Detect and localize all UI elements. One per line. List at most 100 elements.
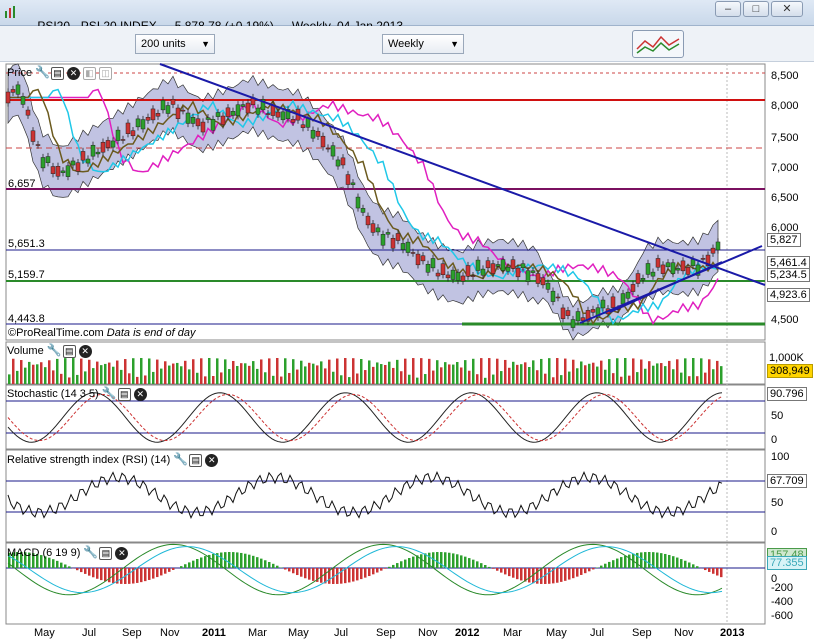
volume-bar: [436, 360, 439, 384]
candle-body: [645, 263, 651, 275]
volume-bar: [672, 369, 675, 384]
copy-icon[interactable]: ◧: [83, 66, 97, 80]
month-label: Mar: [248, 627, 267, 639]
wrench-icon[interactable]: 🔧: [83, 546, 98, 560]
volume-bar: [384, 364, 387, 384]
volume-bar: [316, 365, 319, 384]
candle-body: [345, 174, 351, 185]
macd-histogram-bar: [272, 563, 275, 568]
volume-bar: [228, 369, 231, 384]
candle-body: [375, 227, 381, 233]
macd-histogram-bar: [460, 555, 463, 568]
candle-body: [115, 129, 121, 141]
volume-bar: [552, 377, 555, 384]
candle-body: [550, 290, 556, 302]
macd-histogram-bar: [584, 568, 587, 574]
volume-bar: [292, 359, 295, 384]
macd-histogram-bar: [564, 568, 567, 581]
close-icon[interactable]: ✕: [115, 546, 129, 560]
macd-histogram-bar: [192, 560, 195, 568]
rsi-axis-label: 100: [771, 451, 790, 463]
window-icon[interactable]: ▤: [62, 344, 76, 358]
price-panel-title: Price: [7, 67, 33, 79]
volume-bar: [248, 365, 251, 384]
macd-histogram-bar: [136, 568, 139, 583]
window-icon[interactable]: ▤: [117, 387, 131, 401]
candle-body: [330, 145, 336, 157]
rsi-panel-header: Relative strength index (RSI) (14) 🔧 ▤ ✕: [7, 452, 219, 468]
candle-body: [165, 105, 171, 114]
macd-histogram-bar: [104, 568, 107, 582]
volume-bar: [688, 376, 691, 384]
volume-bar: [492, 374, 495, 384]
window-icon[interactable]: ▤: [51, 66, 65, 80]
close-icon[interactable]: ✕: [205, 453, 219, 467]
macd-histogram-bar: [84, 568, 87, 574]
candle-body: [320, 135, 326, 148]
close-icon[interactable]: ✕: [133, 387, 147, 401]
rsi-axis-label: 0: [771, 526, 778, 538]
candle-body: [205, 117, 211, 120]
macd-histogram-bar: [372, 568, 375, 575]
close-icon[interactable]: ✕: [67, 66, 81, 80]
candle-body: [185, 112, 191, 124]
macd-histogram-bar: [592, 568, 595, 570]
volume-bar: [460, 367, 463, 384]
macd-histogram-bar: [664, 553, 667, 568]
macd-histogram-bar: [304, 568, 307, 579]
close-icon[interactable]: ✕: [78, 344, 92, 358]
candle-body: [365, 215, 371, 226]
macd-signal-tag: 77.355: [767, 556, 807, 570]
volume-bar: [696, 376, 699, 384]
macd-histogram-bar: [340, 568, 343, 584]
hline-label: 6,657: [8, 178, 36, 190]
volume-bar: [564, 358, 567, 384]
macd-histogram-bar: [548, 568, 551, 584]
price-axis-label: 4,500: [771, 314, 799, 326]
volume-bar: [72, 358, 75, 384]
source-note: ©ProRealTime.com Data is end of day: [8, 327, 195, 339]
volume-bar: [444, 362, 447, 384]
volume-bar: [580, 361, 583, 384]
candle-body: [520, 263, 526, 269]
window-icon[interactable]: ▤: [99, 546, 113, 560]
wrench-icon[interactable]: 🔧: [102, 387, 117, 401]
candle-body: [650, 271, 656, 277]
volume-bar: [24, 367, 27, 384]
volume-bar: [400, 371, 403, 384]
wrench-icon[interactable]: 🔧: [173, 453, 188, 467]
volume-bar: [376, 362, 379, 384]
macd-histogram-bar: [156, 568, 159, 578]
volume-bar: [192, 359, 195, 384]
candle-body: [70, 160, 76, 166]
save-icon[interactable]: ◫: [99, 66, 113, 80]
candle-body: [15, 84, 21, 95]
volume-bar: [112, 366, 115, 384]
wrench-icon[interactable]: 🔧: [35, 66, 50, 80]
macd-histogram-bar: [320, 568, 323, 583]
macd-histogram-bar: [76, 568, 79, 571]
macd-histogram-bar: [180, 566, 183, 568]
volume-bar: [468, 370, 471, 384]
volume-bar: [180, 366, 183, 384]
candle-body: [90, 144, 96, 157]
price-panel: [5, 63, 766, 341]
stochastic-tag: 90.796: [767, 387, 807, 401]
volume-bar: [712, 369, 715, 384]
candle-body: [355, 196, 361, 209]
window-icon[interactable]: ▤: [189, 453, 203, 467]
rsi-panel-title: Relative strength index (RSI) (14): [7, 454, 171, 466]
candle-body: [265, 113, 271, 115]
volume-bar: [32, 364, 35, 384]
volume-bar: [420, 358, 423, 384]
wrench-icon[interactable]: 🔧: [47, 344, 62, 358]
candle-body: [50, 166, 56, 174]
volume-bar: [136, 376, 139, 384]
volume-bar: [708, 359, 711, 384]
volume-bar: [92, 368, 95, 384]
volume-bar: [508, 367, 511, 384]
volume-bar: [116, 360, 119, 384]
volume-bar: [200, 358, 203, 384]
macd-histogram-bar: [540, 568, 543, 584]
rsi-tag: 67.709: [767, 474, 807, 488]
